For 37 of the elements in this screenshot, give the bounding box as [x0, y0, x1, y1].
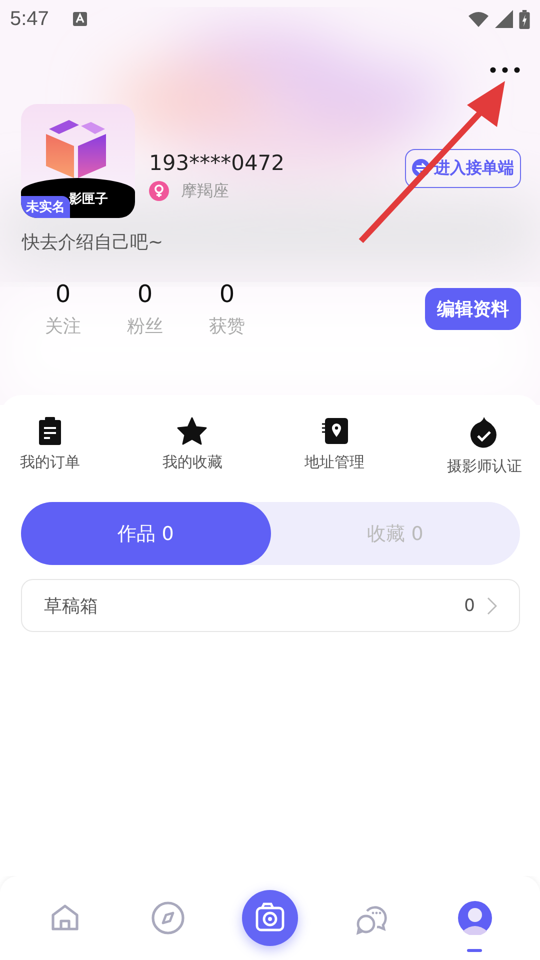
edit-profile-button[interactable]: 编辑资料: [425, 288, 521, 330]
more-icon: [490, 67, 520, 73]
shortcut-item[interactable]: 摄影师认证: [446, 417, 522, 476]
clipboard-icon: [38, 417, 62, 445]
switch-icon: [412, 159, 430, 177]
check-badge-icon: [470, 417, 498, 449]
drafts-label: 草稿箱: [44, 594, 98, 618]
female-icon: [149, 181, 169, 201]
bio-text: 快去介绍自己吧~: [22, 231, 164, 254]
stat-count: 0: [137, 280, 153, 308]
profile-icon: [458, 901, 492, 935]
logo-text: 影匣子: [69, 191, 108, 208]
drafts-count: 0: [464, 596, 475, 616]
keyboard-icon: [72, 12, 87, 26]
content-tab[interactable]: 作品 0: [21, 502, 270, 565]
drafts-row[interactable]: 草稿箱 0: [21, 579, 520, 632]
address-book-icon: [320, 417, 349, 445]
stat-count: 0: [55, 280, 71, 308]
stat-label: 获赞: [209, 315, 245, 338]
switch-mode-button[interactable]: 进入接单端: [405, 148, 521, 188]
stat-count: 0: [219, 280, 235, 308]
compass-icon: [150, 901, 185, 935]
phone-number: 193****0472: [149, 150, 286, 174]
shortcut-item[interactable]: 我的订单: [20, 417, 80, 476]
battery-icon: [519, 10, 530, 28]
verification-badge: 未实名: [21, 196, 70, 218]
camera-icon: [240, 889, 299, 947]
zodiac-label: 摩羯座: [181, 180, 229, 202]
wifi-icon: [468, 11, 489, 27]
shortcut-item[interactable]: 地址管理: [304, 417, 365, 476]
stat-label: 关注: [45, 315, 81, 338]
chevron-right-icon: [487, 596, 497, 614]
shortcut-item[interactable]: 我的收藏: [162, 417, 222, 476]
status-time: 5:47: [10, 8, 49, 30]
signal-icon: [495, 10, 513, 28]
star-icon: [177, 417, 208, 445]
stat-label: 粉丝: [127, 315, 163, 338]
